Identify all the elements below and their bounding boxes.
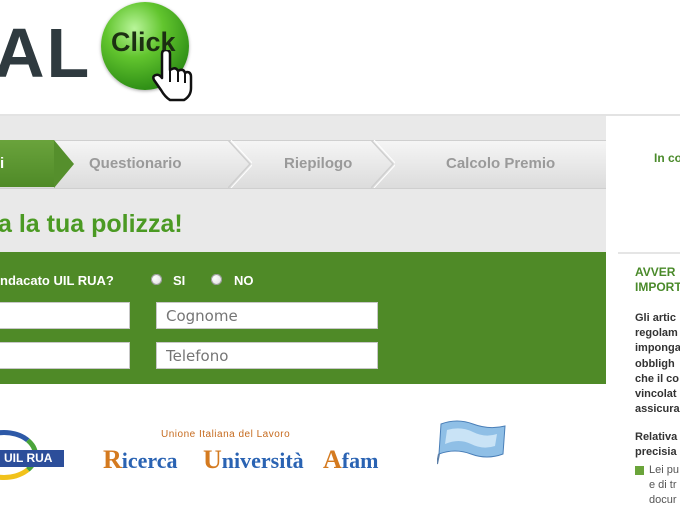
tab-active-step[interactable] bbox=[0, 140, 54, 187]
uil-rua-logo: UIL RUA bbox=[0, 450, 64, 467]
tab-questionario[interactable]: Questionario bbox=[89, 155, 182, 172]
sidebar-body-line: assicura bbox=[635, 403, 680, 416]
union-logo-word: Università bbox=[203, 445, 304, 475]
sidebar-bullet-line: docur bbox=[649, 494, 677, 506]
sidebar-body-line: vincolat bbox=[635, 388, 677, 401]
sidebar-sub-line: precisia bbox=[635, 446, 677, 458]
email-input[interactable] bbox=[0, 342, 130, 369]
tab-calcolo-premio[interactable]: Calcolo Premio bbox=[446, 155, 555, 172]
sidebar-title-line: IMPORT bbox=[635, 280, 680, 294]
sidebar-warning-body: Gli artic regolam imponga obbligh che il… bbox=[635, 311, 680, 417]
sidebar-sub-text: Relativa precisia bbox=[635, 430, 677, 460]
union-initial: U bbox=[203, 445, 222, 474]
sidebar-body-line: obbligh bbox=[635, 357, 675, 370]
sidebar-title-line: AVVER bbox=[635, 265, 676, 279]
sidebar-top-text: In co bbox=[654, 151, 680, 165]
union-word-rest: fam bbox=[341, 448, 379, 473]
union-word-rest: niversità bbox=[221, 448, 304, 473]
tab-separator-arrow bbox=[228, 140, 252, 188]
sidebar-body-line: regolam bbox=[635, 327, 678, 340]
page-title: a la tua polizza! bbox=[0, 210, 183, 238]
sidebar-bullet-text: Lei pu e di tr docur bbox=[649, 463, 679, 508]
union-initial: A bbox=[323, 445, 342, 474]
tab-active-arrow bbox=[54, 140, 74, 188]
union-logo-word: Ricerca bbox=[103, 445, 178, 475]
radio-no[interactable] bbox=[211, 274, 222, 285]
union-logo-caption: Unione Italiana del Lavoro bbox=[161, 429, 291, 440]
nome-input[interactable] bbox=[0, 302, 130, 329]
union-question-label: ndacato UIL RUA? bbox=[0, 273, 114, 288]
telefono-input[interactable] bbox=[156, 342, 378, 369]
sidebar-body-line: che il co bbox=[635, 372, 680, 385]
union-initial: R bbox=[103, 445, 122, 474]
radio-si[interactable] bbox=[151, 274, 162, 285]
logo-text: AL bbox=[0, 14, 92, 92]
tab-active-label[interactable]: i bbox=[0, 155, 4, 172]
sidebar-sub-line: Relativa bbox=[635, 431, 678, 443]
uil-flag-logo-icon bbox=[437, 420, 506, 465]
radio-no-label: NO bbox=[234, 273, 254, 288]
bullet-icon bbox=[635, 466, 644, 475]
sidebar-body-line: Gli artic bbox=[635, 312, 676, 324]
union-word-rest: icerca bbox=[121, 448, 178, 473]
sidebar-body-line: imponga bbox=[635, 342, 680, 355]
cognome-input[interactable] bbox=[156, 302, 378, 329]
tab-separator-arrow bbox=[371, 140, 395, 188]
sidebar-bullet-line: Lei pu bbox=[649, 464, 679, 476]
pointer-hand-icon bbox=[152, 50, 193, 102]
radio-si-label: SI bbox=[173, 273, 186, 288]
union-logo-word: Afam bbox=[323, 445, 378, 475]
sidebar-bullet-line: e di tr bbox=[649, 479, 677, 491]
tab-riepilogo[interactable]: Riepilogo bbox=[284, 155, 352, 172]
sidebar-warning-title: AVVER IMPORT bbox=[635, 265, 680, 295]
